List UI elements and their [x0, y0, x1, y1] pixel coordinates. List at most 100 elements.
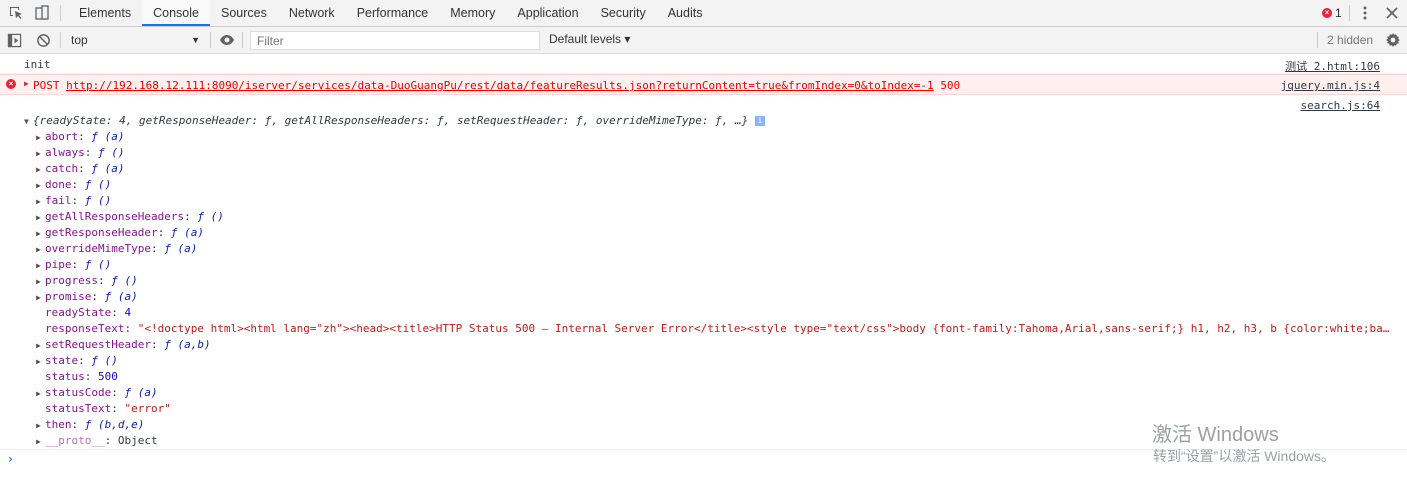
property-key: then	[45, 418, 72, 431]
object-property[interactable]: ▶ progress: ƒ ()	[36, 274, 138, 287]
tab-audits[interactable]: Audits	[657, 0, 714, 26]
object-property[interactable]: ▶ getResponseHeader: ƒ (a)	[36, 226, 204, 239]
sidebar-toggle-icon[interactable]	[7, 33, 22, 48]
expand-triangle-icon[interactable]: ▶	[36, 165, 45, 174]
property-value: ƒ (a)	[170, 226, 204, 239]
expand-triangle-icon[interactable]: ▶	[36, 133, 45, 142]
more-options-icon[interactable]	[1357, 5, 1373, 21]
object-log-message: search.js:64 ▼ {readyState: 4, getRespons…	[0, 95, 1407, 449]
tab-security[interactable]: Security	[590, 0, 657, 26]
property-colon: :	[71, 418, 85, 431]
object-summary[interactable]: ▼ {readyState: 4, getResponseHeader: ƒ, g…	[24, 114, 765, 127]
expand-triangle-icon[interactable]: ▶	[36, 261, 45, 270]
property-key: abort	[45, 130, 79, 143]
expand-triangle-icon[interactable]: ▶	[36, 245, 45, 254]
object-property[interactable]: ▶ promise: ƒ (a)	[36, 290, 138, 303]
object-property[interactable]: ▶ overrideMimeType: ƒ (a)	[36, 242, 197, 255]
expand-triangle-icon[interactable]: ▶	[36, 437, 45, 446]
error-message: × ▶ POST http://192.168.12.111:8090/iser…	[0, 74, 1407, 95]
property-colon: :	[78, 162, 92, 175]
property-colon: :	[104, 434, 118, 447]
filter-input[interactable]	[250, 31, 540, 50]
property-colon: :	[150, 242, 165, 255]
context-selector[interactable]: top ▼	[66, 30, 206, 50]
property-value: Object	[117, 434, 158, 447]
property-key: overrideMimeType	[45, 242, 151, 255]
http-method: POST	[33, 79, 60, 92]
property-key: done	[45, 178, 72, 191]
tab-memory[interactable]: Memory	[439, 0, 506, 26]
windows-activation-watermark-text: 转到“设置”以激活 Windows。	[1153, 448, 1336, 464]
object-property[interactable]: ▶ getAllResponseHeaders: ƒ ()	[36, 210, 224, 223]
property-key: promise	[45, 290, 92, 303]
expand-triangle-icon[interactable]: ▶	[36, 197, 45, 206]
object-property[interactable]: ▶ pipe: ƒ ()	[36, 258, 111, 271]
property-key: always	[45, 146, 85, 159]
device-toolbar-icon[interactable]	[34, 5, 50, 21]
property-value: ƒ ()	[197, 210, 224, 223]
property-value: ƒ (a)	[91, 130, 125, 143]
expand-triangle-icon[interactable]: ▶	[36, 229, 45, 238]
request-url-link[interactable]: http://192.168.12.111:8090/iserver/servi…	[66, 79, 934, 92]
source-link[interactable]: search.js:64	[1301, 99, 1380, 112]
object-property[interactable]: ▶ done: ƒ ()	[36, 178, 111, 191]
error-icon: ×	[1322, 8, 1332, 18]
object-property[interactable]: ▶ then: ƒ (b,d,e)	[36, 418, 144, 431]
log-levels-dropdown[interactable]: Default levels ▾	[549, 32, 630, 46]
property-value: "<!doctype html><html lang="zh"><head><t…	[137, 322, 1390, 335]
live-expression-eye-icon[interactable]	[219, 33, 235, 47]
tab-divider	[60, 5, 61, 21]
object-property[interactable]: ▶ __proto__: Object	[36, 434, 158, 447]
property-value: ƒ ()	[84, 178, 112, 191]
context-value: top	[71, 33, 88, 47]
tab-network[interactable]: Network	[278, 0, 346, 26]
object-property[interactable]: ▶ statusCode: ƒ (a)	[36, 386, 158, 399]
error-counter[interactable]: × 1	[1322, 6, 1342, 20]
object-property[interactable]: ▶ abort: ƒ (a)	[36, 130, 125, 143]
expand-triangle-icon[interactable]: ▶	[36, 293, 45, 302]
object-property[interactable]: ▶ always: ƒ ()	[36, 146, 125, 159]
collapse-triangle-icon: ▼	[24, 117, 29, 126]
property-key: setRequestHeader	[45, 338, 151, 351]
expand-triangle-icon[interactable]: ▶	[36, 213, 45, 222]
tab-sources[interactable]: Sources	[210, 0, 278, 26]
object-property[interactable]: ▶ catch: ƒ (a)	[36, 162, 125, 175]
property-colon: :	[97, 274, 112, 287]
object-property[interactable]: ▶ fail: ƒ ()	[36, 194, 111, 207]
object-property[interactable]: ▶ state: ƒ ()	[36, 354, 118, 367]
object-property: responseText: "<!doctype html><html lang…	[36, 322, 1389, 335]
hidden-messages-count: 2 hidden	[1327, 33, 1374, 47]
tab-application[interactable]: Application	[506, 0, 589, 26]
property-key: progress	[45, 274, 98, 287]
log-text: init	[24, 58, 51, 71]
error-count: 1	[1335, 6, 1342, 20]
error-line: POST http://192.168.12.111:8090/iserver/…	[33, 79, 960, 92]
close-icon[interactable]	[1384, 5, 1400, 21]
expand-triangle-icon[interactable]: ▶	[36, 277, 45, 286]
property-value: ƒ ()	[84, 194, 112, 207]
expand-triangle-icon[interactable]: ▶	[36, 357, 45, 366]
source-link[interactable]: 测试 2.html:106	[1285, 58, 1380, 74]
source-link[interactable]: jquery.min.js:4	[1281, 79, 1380, 92]
property-colon: :	[184, 210, 198, 223]
expand-triangle-icon[interactable]: ▶	[36, 389, 45, 398]
tab-performance[interactable]: Performance	[346, 0, 440, 26]
expand-triangle-icon[interactable]: ▶	[36, 341, 45, 350]
dropdown-arrow-icon: ▼	[191, 35, 200, 45]
property-colon: :	[78, 130, 92, 143]
property-colon: :	[111, 306, 125, 319]
expand-triangle-icon[interactable]: ▶	[36, 149, 45, 158]
expand-triangle-icon[interactable]: ▶	[36, 181, 45, 190]
settings-gear-icon[interactable]	[1385, 32, 1401, 48]
inspect-element-icon[interactable]	[8, 5, 24, 21]
clear-console-icon[interactable]	[36, 33, 51, 48]
expand-triangle-icon[interactable]: ▶	[24, 79, 29, 88]
property-colon: :	[91, 290, 105, 303]
property-key: fail	[45, 194, 72, 207]
tab-console[interactable]: Console	[142, 0, 210, 26]
property-colon: :	[71, 178, 85, 191]
expand-triangle-icon[interactable]: ▶	[36, 421, 45, 430]
tab-elements[interactable]: Elements	[68, 0, 142, 26]
object-property[interactable]: ▶ setRequestHeader: ƒ (a,b)	[36, 338, 211, 351]
property-value: ƒ (b,d,e)	[84, 418, 145, 431]
